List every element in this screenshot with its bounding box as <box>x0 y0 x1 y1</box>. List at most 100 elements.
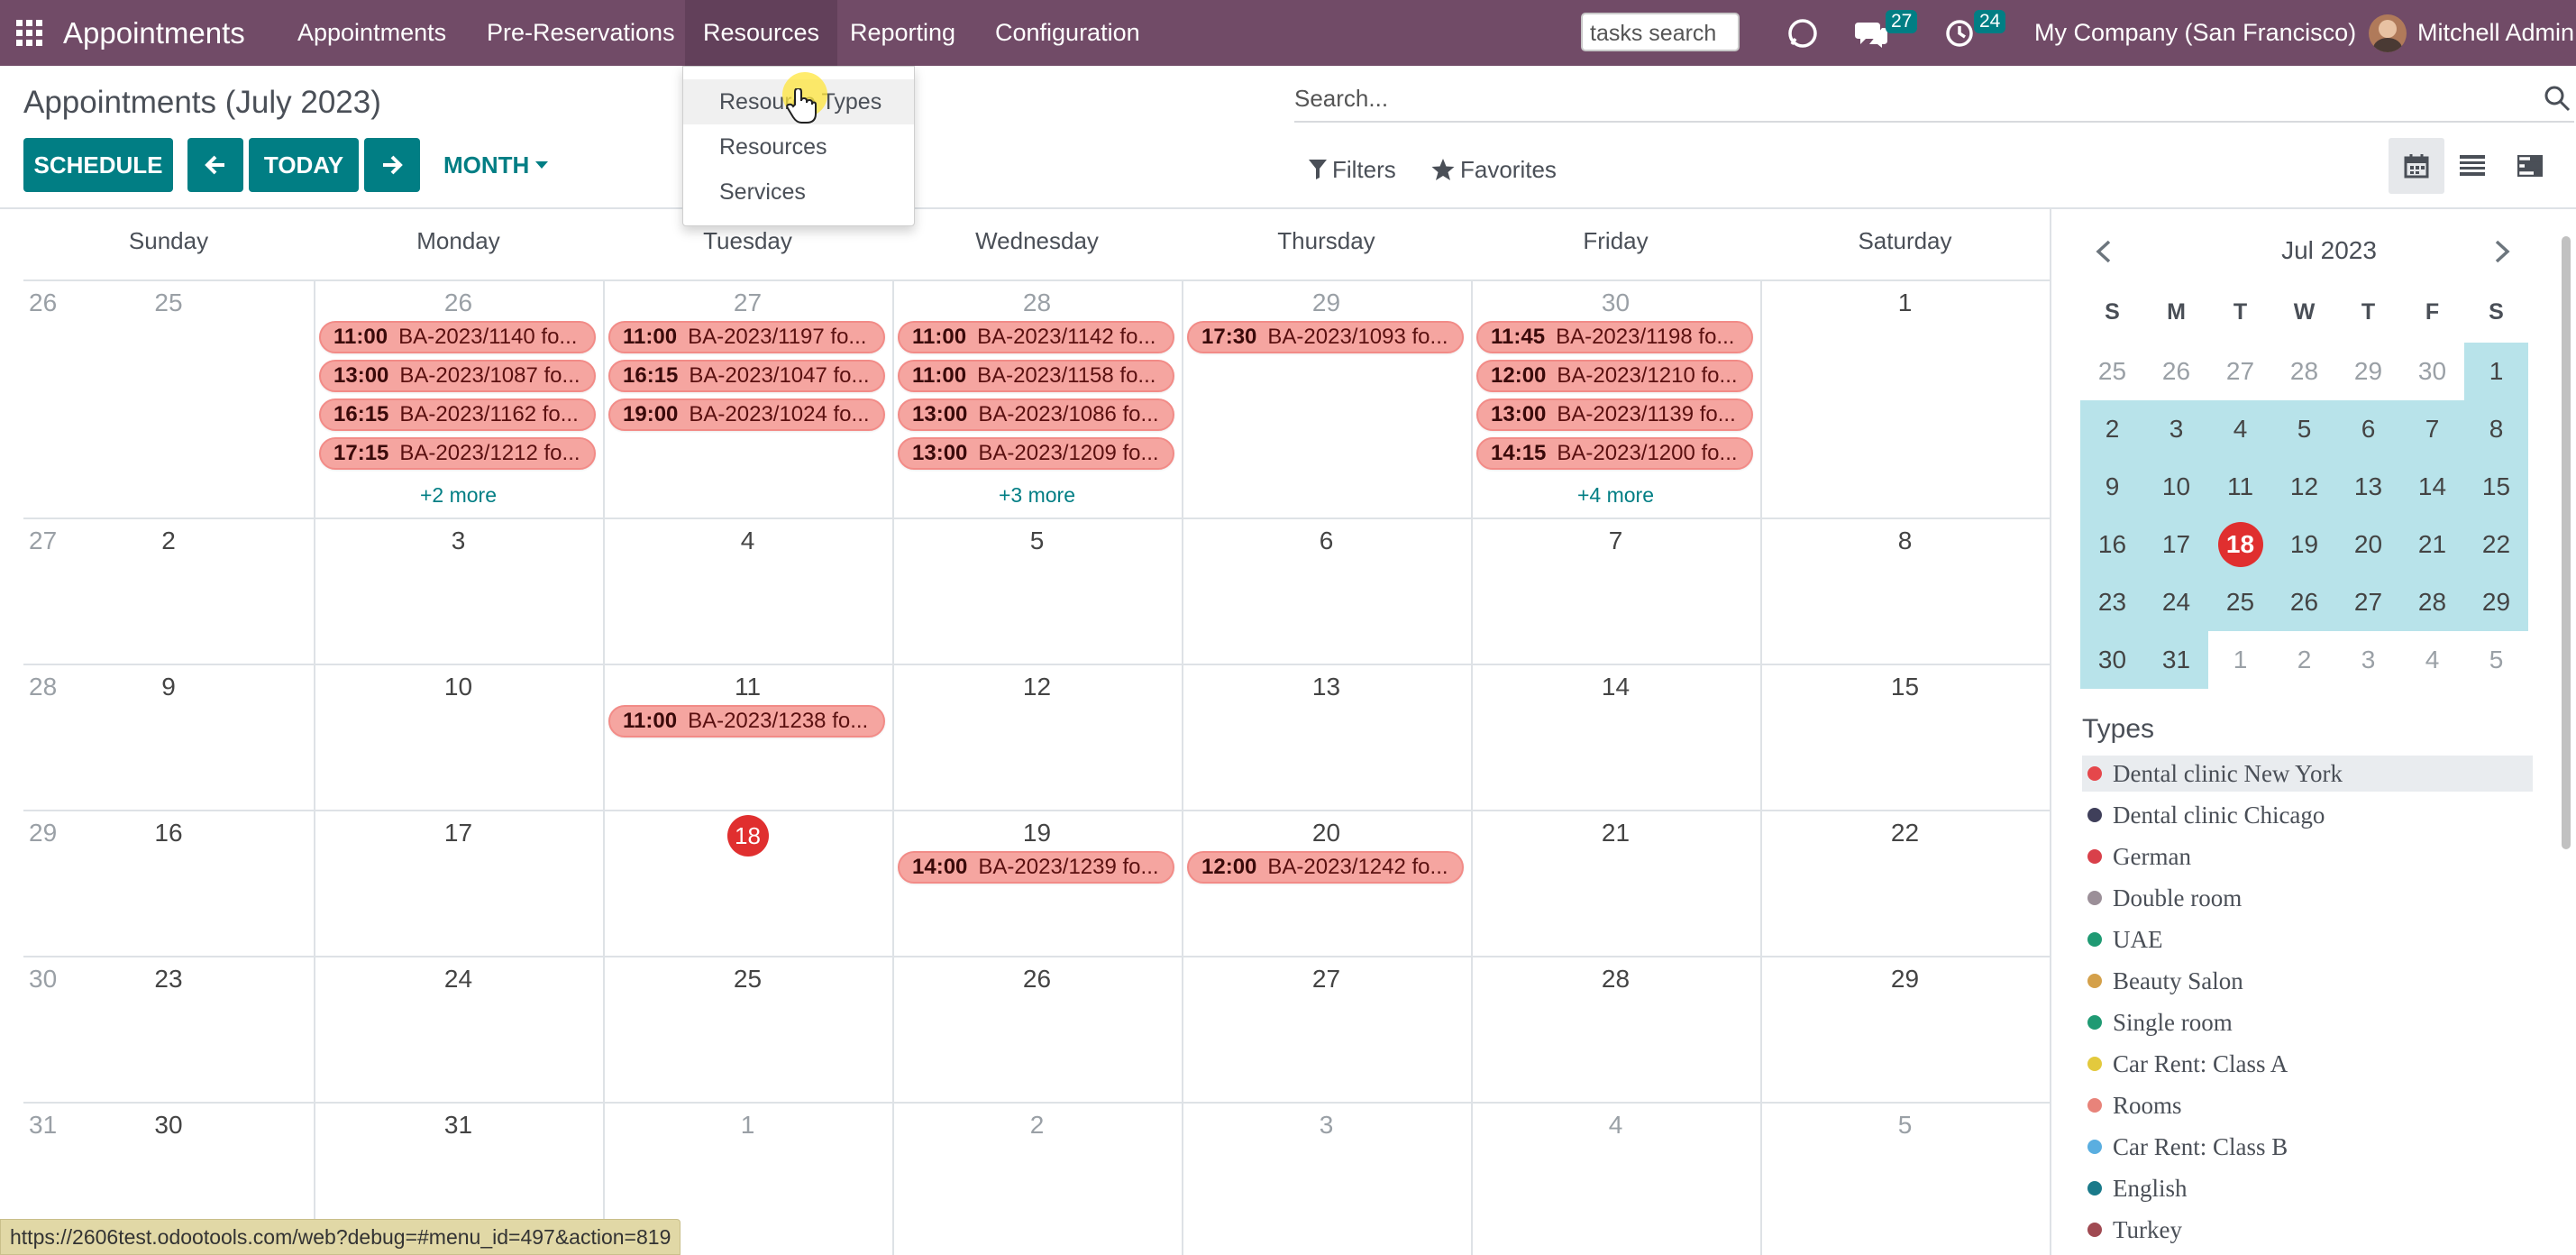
search-input[interactable] <box>1294 78 2502 119</box>
day-number[interactable]: 29 <box>1300 289 1354 317</box>
more-events-link[interactable]: +2 more <box>314 483 603 508</box>
mini-calendar-day[interactable]: 13 <box>2336 458 2400 516</box>
previous-button[interactable] <box>187 138 243 192</box>
mini-calendar-day[interactable]: 8 <box>2464 400 2528 458</box>
menu-reporting[interactable]: Reporting <box>832 0 973 66</box>
day-number[interactable]: 26 <box>432 289 486 317</box>
mini-calendar-day[interactable]: 22 <box>2464 516 2528 573</box>
calendar-event[interactable]: 19:00 BA-2023/1024 fo... <box>608 398 885 431</box>
mini-calendar-day[interactable]: 5 <box>2272 400 2336 458</box>
day-number[interactable]: 27 <box>1300 965 1354 994</box>
day-number[interactable]: 1 <box>721 1111 775 1140</box>
mini-calendar-day[interactable]: 4 <box>2208 400 2272 458</box>
calendar-event[interactable]: 17:15 BA-2023/1212 fo... <box>319 437 596 470</box>
favorites-button[interactable]: Favorites <box>1431 151 1557 188</box>
filters-button[interactable]: Filters <box>1309 151 1396 188</box>
menu-item-services[interactable]: Services <box>683 169 914 215</box>
mini-calendar-day[interactable]: 24 <box>2144 573 2208 631</box>
calendar-event[interactable]: 14:00 BA-2023/1239 fo... <box>898 851 1174 884</box>
day-number[interactable]: 2 <box>142 527 196 555</box>
mini-calendar-day[interactable]: 18 <box>2208 516 2272 573</box>
day-number[interactable]: 8 <box>1878 527 1932 555</box>
schedule-button[interactable]: SCHEDULE <box>23 138 173 192</box>
type-filter-item[interactable]: Beauty Salon <box>2082 963 2533 999</box>
mini-prev-button[interactable] <box>2095 240 2113 263</box>
day-number[interactable]: 25 <box>721 965 775 994</box>
type-filter-item[interactable]: Car Rent: Class A <box>2082 1046 2533 1082</box>
list-view-button[interactable] <box>2444 138 2500 194</box>
mini-calendar-day[interactable]: 30 <box>2080 631 2144 689</box>
mini-calendar-day[interactable]: 16 <box>2080 516 2144 573</box>
type-filter-item[interactable]: Single room <box>2082 1004 2533 1040</box>
day-number[interactable]: 17 <box>432 819 486 847</box>
mini-calendar-day[interactable]: 28 <box>2272 343 2336 400</box>
mini-calendar-day[interactable]: 2 <box>2080 400 2144 458</box>
day-number[interactable]: 27 <box>721 289 775 317</box>
menu-resources[interactable]: Resources <box>685 0 838 66</box>
day-number[interactable]: 1 <box>1878 289 1932 317</box>
more-events-link[interactable]: +3 more <box>892 483 1182 508</box>
user-menu[interactable]: Mitchell Admin <box>2369 0 2574 66</box>
mini-calendar-day[interactable]: 27 <box>2208 343 2272 400</box>
day-number[interactable]: 13 <box>1300 673 1354 701</box>
day-number[interactable]: 15 <box>1878 673 1932 701</box>
calendar-event[interactable]: 16:15 BA-2023/1162 fo... <box>319 398 596 431</box>
day-number[interactable]: 9 <box>142 673 196 701</box>
day-number[interactable]: 30 <box>1589 289 1643 317</box>
mini-calendar-day[interactable]: 26 <box>2144 343 2208 400</box>
mini-calendar-day[interactable]: 30 <box>2400 343 2464 400</box>
day-number[interactable]: 25 <box>142 289 196 317</box>
day-number[interactable]: 6 <box>1300 527 1354 555</box>
calendar-event[interactable]: 12:00 BA-2023/1210 fo... <box>1476 360 1753 392</box>
mini-calendar-day[interactable]: 15 <box>2464 458 2528 516</box>
day-number[interactable]: 19 <box>1010 819 1064 847</box>
menu-appointments[interactable]: Appointments <box>279 0 464 66</box>
tasks-search-input[interactable]: tasks search <box>1581 13 1740 51</box>
mini-calendar-day[interactable]: 21 <box>2400 516 2464 573</box>
today-marker[interactable]: 18 <box>726 815 769 857</box>
day-number[interactable]: 28 <box>1589 965 1643 994</box>
type-filter-item[interactable]: Double room <box>2082 880 2533 916</box>
menu-configuration[interactable]: Configuration <box>977 0 1158 66</box>
mini-calendar-day[interactable]: 29 <box>2336 343 2400 400</box>
calendar-event[interactable]: 16:15 BA-2023/1047 fo... <box>608 360 885 392</box>
calendar-event[interactable]: 13:00 BA-2023/1086 fo... <box>898 398 1174 431</box>
app-grid-icon[interactable] <box>16 0 47 66</box>
mini-calendar-day[interactable]: 28 <box>2400 573 2464 631</box>
mini-calendar-day[interactable]: 23 <box>2080 573 2144 631</box>
mini-calendar-day[interactable]: 7 <box>2400 400 2464 458</box>
mini-calendar-day[interactable]: 31 <box>2144 631 2208 689</box>
calendar-event[interactable]: 13:00 BA-2023/1209 fo... <box>898 437 1174 470</box>
day-number[interactable]: 30 <box>142 1111 196 1140</box>
activity-clock-icon[interactable] <box>1945 0 1974 66</box>
mini-next-button[interactable] <box>2493 240 2511 263</box>
gantt-view-button[interactable] <box>2502 138 2558 194</box>
calendar-event[interactable]: 17:30 BA-2023/1093 fo... <box>1187 321 1464 353</box>
calendar-event[interactable]: 14:15 BA-2023/1200 fo... <box>1476 437 1753 470</box>
mini-calendar-day[interactable]: 25 <box>2208 573 2272 631</box>
today-button[interactable]: TODAY <box>249 138 359 192</box>
mini-calendar-day[interactable]: 1 <box>2464 343 2528 400</box>
mini-calendar-day[interactable]: 29 <box>2464 573 2528 631</box>
menu-item-resources[interactable]: Resources <box>683 124 914 169</box>
mini-calendar-day[interactable]: 1 <box>2208 631 2272 689</box>
day-number[interactable]: 4 <box>1589 1111 1643 1140</box>
more-events-link[interactable]: +4 more <box>1471 483 1760 508</box>
calendar-event[interactable]: 11:00 BA-2023/1158 fo... <box>898 360 1174 392</box>
day-number[interactable]: 5 <box>1878 1111 1932 1140</box>
day-number[interactable]: 31 <box>432 1111 486 1140</box>
mini-calendar-day[interactable]: 6 <box>2336 400 2400 458</box>
mini-calendar-day[interactable]: 5 <box>2464 631 2528 689</box>
day-number[interactable]: 11 <box>721 673 775 701</box>
day-number[interactable]: 10 <box>432 673 486 701</box>
mini-calendar-day[interactable]: 26 <box>2272 573 2336 631</box>
mini-calendar-day[interactable]: 20 <box>2336 516 2400 573</box>
menu-pre-reservations[interactable]: Pre-Reservations <box>469 0 693 66</box>
day-number[interactable]: 5 <box>1010 527 1064 555</box>
day-number[interactable]: 12 <box>1010 673 1064 701</box>
day-number[interactable]: 16 <box>142 819 196 847</box>
day-number[interactable]: 21 <box>1589 819 1643 847</box>
next-button[interactable] <box>364 138 420 192</box>
calendar-event[interactable]: 13:00 BA-2023/1087 fo... <box>319 360 596 392</box>
day-number[interactable]: 29 <box>1878 965 1932 994</box>
